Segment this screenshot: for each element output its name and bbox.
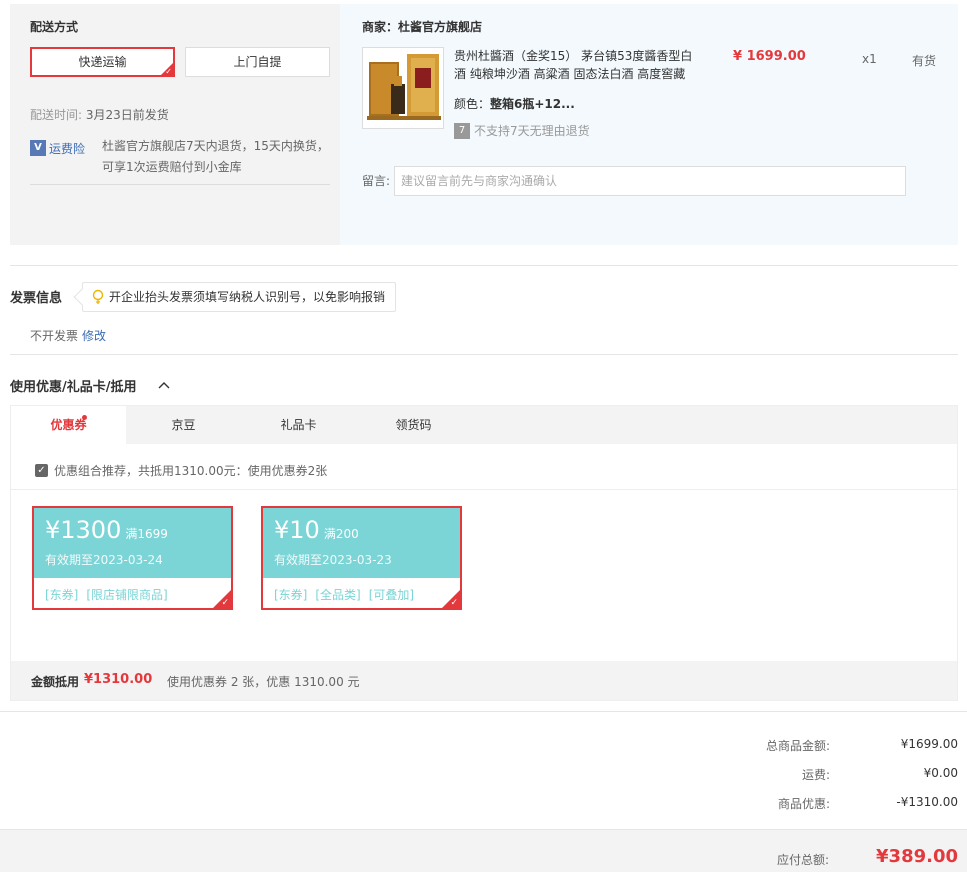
notification-dot-icon bbox=[82, 415, 87, 420]
express-delivery-option[interactable]: 快递运输 ✓ bbox=[30, 47, 175, 77]
tab-pickup-code[interactable]: 领货码 bbox=[356, 406, 471, 444]
coupon-value: ¥10 bbox=[274, 516, 320, 544]
insurance-description: 杜酱官方旗舰店7天内退货，15天内换货，可享1次运费赔付到小金库 bbox=[102, 139, 329, 174]
coupon-condition: 满200 bbox=[323, 527, 359, 541]
checkmark-icon: ✓ bbox=[165, 67, 172, 76]
divider bbox=[11, 489, 957, 490]
return-policy-text: 不支持7天无理由退货 bbox=[474, 124, 590, 138]
note-input[interactable] bbox=[394, 166, 906, 196]
discount-summary-amount: ¥1310.00 bbox=[84, 672, 153, 687]
coupon-tag: [可叠加] bbox=[368, 588, 415, 602]
product-color: 颜色：整箱6瓶+12... bbox=[454, 95, 575, 112]
total-bar: 应付总额: ¥389.00 bbox=[0, 829, 967, 872]
combo-text: 优惠组合推荐，共抵用1310.00元：使用优惠券2张 bbox=[54, 464, 328, 478]
discount-tabs: 优惠券 京豆 礼品卡 领货码 bbox=[11, 406, 957, 444]
coupon-card[interactable]: ¥10 满200 有效期至2023-03-23 [东券] [全品类] [可叠加] ✓ bbox=[261, 506, 462, 610]
divider bbox=[0, 711, 967, 712]
invoice-edit-link[interactable]: 修改 bbox=[82, 329, 106, 343]
invoice-status: 不开发票 修改 bbox=[30, 327, 106, 344]
coupon-tags: [东券] [限店铺限商品] bbox=[45, 586, 176, 603]
return-policy: 7 不支持7天无理由退货 bbox=[454, 122, 590, 139]
coupon-tag: [东券] bbox=[45, 588, 79, 602]
no-return-icon: 7 bbox=[454, 122, 470, 139]
invoice-status-text: 不开发票 bbox=[30, 329, 79, 343]
discounts-title[interactable]: 使用优惠/礼品卡/抵用 bbox=[10, 376, 137, 395]
store-section: 商家：杜酱官方旗舰店 贵州杜醬酒（金奖15） 茅台镇53度醬香型白酒 纯粮坤沙酒… bbox=[340, 4, 958, 245]
discount-summary: 金额抵用 ¥1310.00 使用优惠券 2 张，优惠 1310.00 元 bbox=[11, 661, 957, 700]
coupon-card[interactable]: ¥1300 满1699 有效期至2023-03-24 [东券] [限店铺限商品] ✓ bbox=[32, 506, 233, 610]
self-pickup-option[interactable]: 上门自提 bbox=[185, 47, 330, 77]
tab-coupons[interactable]: 优惠券 bbox=[11, 406, 126, 444]
coupon-amount: ¥1300 满1699 bbox=[45, 516, 168, 544]
coupon-value: ¥1300 bbox=[45, 516, 122, 544]
summary-label: 总商品金额: bbox=[765, 739, 830, 753]
summary-label: 商品优惠: bbox=[777, 797, 830, 811]
product-image-icon bbox=[363, 48, 443, 128]
coupon-tags: [东券] [全品类] [可叠加] bbox=[274, 586, 422, 603]
insurance-link[interactable]: 运费险 bbox=[49, 140, 85, 157]
discount-summary-label: 金额抵用 bbox=[31, 675, 80, 689]
coupon-expiry: 有效期至2023-03-23 bbox=[274, 553, 392, 567]
tab-jd-beans[interactable]: 京豆 bbox=[126, 406, 241, 444]
coupon-header: ¥10 满200 有效期至2023-03-23 bbox=[263, 508, 460, 578]
summary-row-discount: 商品优惠: -¥1310.00 bbox=[600, 795, 958, 813]
color-value: 整箱6瓶+12... bbox=[490, 97, 575, 111]
delivery-time-value: 3月23日前发货 bbox=[85, 108, 169, 122]
product-price: ¥ 1699.00 bbox=[733, 49, 806, 64]
divider bbox=[10, 354, 958, 355]
note-label: 留言: bbox=[362, 174, 391, 188]
lightbulb-icon bbox=[92, 289, 104, 304]
coupon-header: ¥1300 满1699 有效期至2023-03-24 bbox=[34, 508, 231, 578]
product-quantity: x1 bbox=[862, 52, 877, 66]
divider bbox=[10, 265, 958, 266]
product-thumbnail[interactable] bbox=[362, 47, 444, 129]
product-name[interactable]: 贵州杜醬酒（金奖15） 茅台镇53度醬香型白酒 纯粮坤沙酒 高粱酒 固态法白酒 … bbox=[454, 47, 704, 83]
checkbox-checked-icon[interactable]: ✓ bbox=[35, 464, 48, 477]
chevron-up-icon[interactable] bbox=[157, 378, 171, 392]
tip-arrow bbox=[73, 288, 91, 306]
shipping-section: 配送方式 快递运输 ✓ 上门自提 配送时间: 3月23日前发货 V 运费险 杜酱… bbox=[10, 4, 340, 245]
coupon-tag: [限店铺限商品] bbox=[86, 588, 168, 602]
discount-summary-desc: 使用优惠券 2 张，优惠 1310.00 元 bbox=[167, 675, 360, 689]
summary-value: ¥0.00 bbox=[923, 766, 958, 780]
coupon-tag: [东券] bbox=[274, 588, 308, 602]
summary-value: -¥1310.00 bbox=[896, 795, 958, 809]
color-label: 颜色： bbox=[454, 97, 491, 111]
stock-status: 有货 bbox=[912, 54, 937, 68]
total-label: 应付总额: bbox=[776, 853, 829, 867]
express-delivery-label: 快递运输 bbox=[78, 55, 127, 69]
coupon-expiry: 有效期至2023-03-24 bbox=[45, 553, 163, 567]
invoice-tip-text: 开企业抬头发票须填写纳税人识别号，以免影响报销 bbox=[109, 290, 386, 304]
delivery-time: 配送时间: 3月23日前发货 bbox=[30, 106, 169, 123]
checkmark-icon: ✓ bbox=[221, 598, 229, 608]
coupon-condition: 满1699 bbox=[125, 527, 168, 541]
summary-label: 运费: bbox=[801, 768, 830, 782]
discounts-panel: 优惠券 京豆 礼品卡 领货码 ✓ 优惠组合推荐，共抵用1310.00元：使用优惠券… bbox=[10, 405, 958, 701]
insurance-shield-icon: V bbox=[30, 140, 46, 156]
summary-row-shipping: 运费: ¥0.00 bbox=[600, 766, 958, 784]
summary-row-subtotal: 总商品金额: ¥1699.00 bbox=[600, 737, 958, 755]
coupon-tag: [全品类] bbox=[315, 588, 361, 602]
coupon-amount: ¥10 满200 bbox=[274, 516, 359, 544]
combo-recommendation[interactable]: ✓ 优惠组合推荐，共抵用1310.00元：使用优惠券2张 bbox=[35, 462, 327, 479]
invoice-title: 发票信息 bbox=[10, 291, 63, 306]
invoice-tip: 开企业抬头发票须填写纳税人识别号，以免影响报销 bbox=[73, 282, 397, 312]
store-title: 商家：杜酱官方旗舰店 bbox=[362, 20, 483, 34]
checkmark-icon: ✓ bbox=[450, 598, 458, 608]
delivery-time-label: 配送时间: bbox=[30, 108, 83, 122]
summary-value: ¥1699.00 bbox=[900, 737, 958, 751]
tab-gift-card[interactable]: 礼品卡 bbox=[241, 406, 356, 444]
shipping-title: 配送方式 bbox=[30, 20, 79, 34]
total-amount: ¥389.00 bbox=[876, 846, 958, 867]
tab-coupons-label: 优惠券 bbox=[50, 418, 87, 432]
shipping-insurance: V 运费险 杜酱官方旗舰店7天内退货，15天内换货，可享1次运费赔付到小金库 bbox=[30, 134, 330, 185]
